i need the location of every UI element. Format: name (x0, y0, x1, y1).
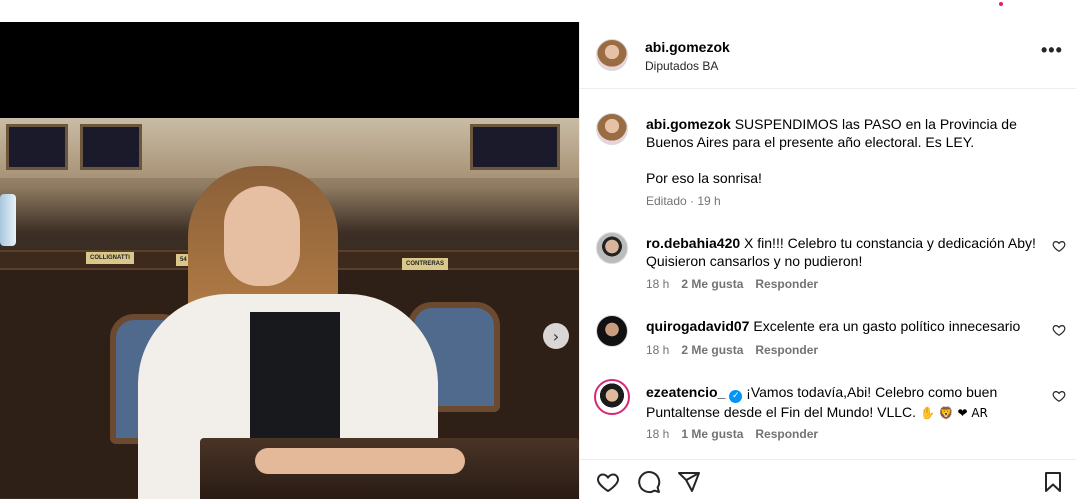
comment-icon[interactable] (637, 470, 661, 494)
caption-extra: Por eso la sonrisa! (646, 170, 762, 186)
avatar[interactable] (596, 232, 628, 264)
avatar[interactable] (596, 315, 628, 347)
chevron-right-icon[interactable]: › (543, 323, 569, 349)
heart-icon[interactable] (1052, 389, 1066, 403)
post-media[interactable]: COLLIGNATTI 54 CONTRERAS › (0, 22, 579, 499)
comment-meta: 18 h 2 Me gusta Responder (646, 343, 818, 357)
notification-dot (999, 2, 1003, 6)
comment-time[interactable]: 18 h (646, 427, 669, 441)
comment: ezeatencio_ ✓ ¡Vamos todavía,Abi! Celebr… (646, 383, 1046, 422)
emoji-tail: ✋ 🦁 ❤ AR (919, 406, 988, 420)
person-hands (255, 448, 465, 474)
comment-username[interactable]: quirogadavid07 (646, 318, 749, 334)
nameplate: COLLIGNATTI (86, 252, 134, 264)
comment-likes[interactable]: 2 Me gusta (681, 277, 743, 291)
post-location[interactable]: Diputados BA (645, 59, 718, 73)
comment: ro.debahia420 X fin!!! Celebro tu consta… (646, 234, 1046, 270)
caption-username[interactable]: abi.gomezok (646, 116, 731, 132)
top-bar (0, 0, 1076, 22)
avatar[interactable] (596, 113, 628, 145)
heart-icon[interactable] (596, 470, 620, 494)
comment-username[interactable]: ezeatencio_ (646, 384, 725, 400)
wall-panel (6, 124, 68, 170)
avatar[interactable] (596, 39, 628, 71)
comment-likes[interactable]: 2 Me gusta (681, 343, 743, 357)
reply-button[interactable]: Responder (755, 277, 818, 291)
comments-list[interactable]: abi.gomezok SUSPENDIMOS las PASO en la P… (580, 89, 1076, 459)
more-horizontal-icon[interactable]: ••• (1041, 41, 1065, 59)
comment-time[interactable]: 18 h (646, 343, 669, 357)
action-bar (580, 459, 1076, 499)
post-header: abi.gomezok Diputados BA ••• (580, 22, 1076, 89)
avatar-story[interactable] (594, 379, 630, 415)
water-bottle (0, 194, 16, 246)
post-time[interactable]: 19 h (697, 194, 720, 208)
person-face (224, 186, 300, 286)
comment-likes[interactable]: 1 Me gusta (681, 427, 743, 441)
nameplate: CONTRERAS (402, 258, 449, 270)
author-username[interactable]: abi.gomezok (645, 39, 730, 55)
heart-icon[interactable] (1052, 323, 1066, 337)
reply-button[interactable]: Responder (755, 427, 818, 441)
comment: quirogadavid07 Excelente era un gasto po… (646, 317, 1046, 335)
caption: abi.gomezok SUSPENDIMOS las PASO en la P… (646, 115, 1046, 151)
edited-label: Editado (646, 194, 687, 208)
bookmark-icon[interactable] (1041, 470, 1065, 494)
comment-meta: 18 h 1 Me gusta Responder (646, 427, 818, 441)
caption-meta: Editado · 19 h (646, 194, 721, 208)
post-details: abi.gomezok Diputados BA ••• abi.gomezok… (579, 22, 1076, 499)
comment-meta: 18 h 2 Me gusta Responder (646, 277, 818, 291)
verified-badge-icon: ✓ (729, 390, 743, 403)
heart-icon[interactable] (1052, 239, 1066, 253)
reply-button[interactable]: Responder (755, 343, 818, 357)
share-icon[interactable] (677, 470, 701, 494)
comment-text: Excelente era un gasto político innecesa… (753, 318, 1021, 334)
post-photo: COLLIGNATTI 54 CONTRERAS (0, 118, 579, 499)
wall-panel (80, 124, 142, 170)
comment-username[interactable]: ro.debahia420 (646, 235, 740, 251)
comment-time[interactable]: 18 h (646, 277, 669, 291)
wall-panel (470, 124, 560, 170)
